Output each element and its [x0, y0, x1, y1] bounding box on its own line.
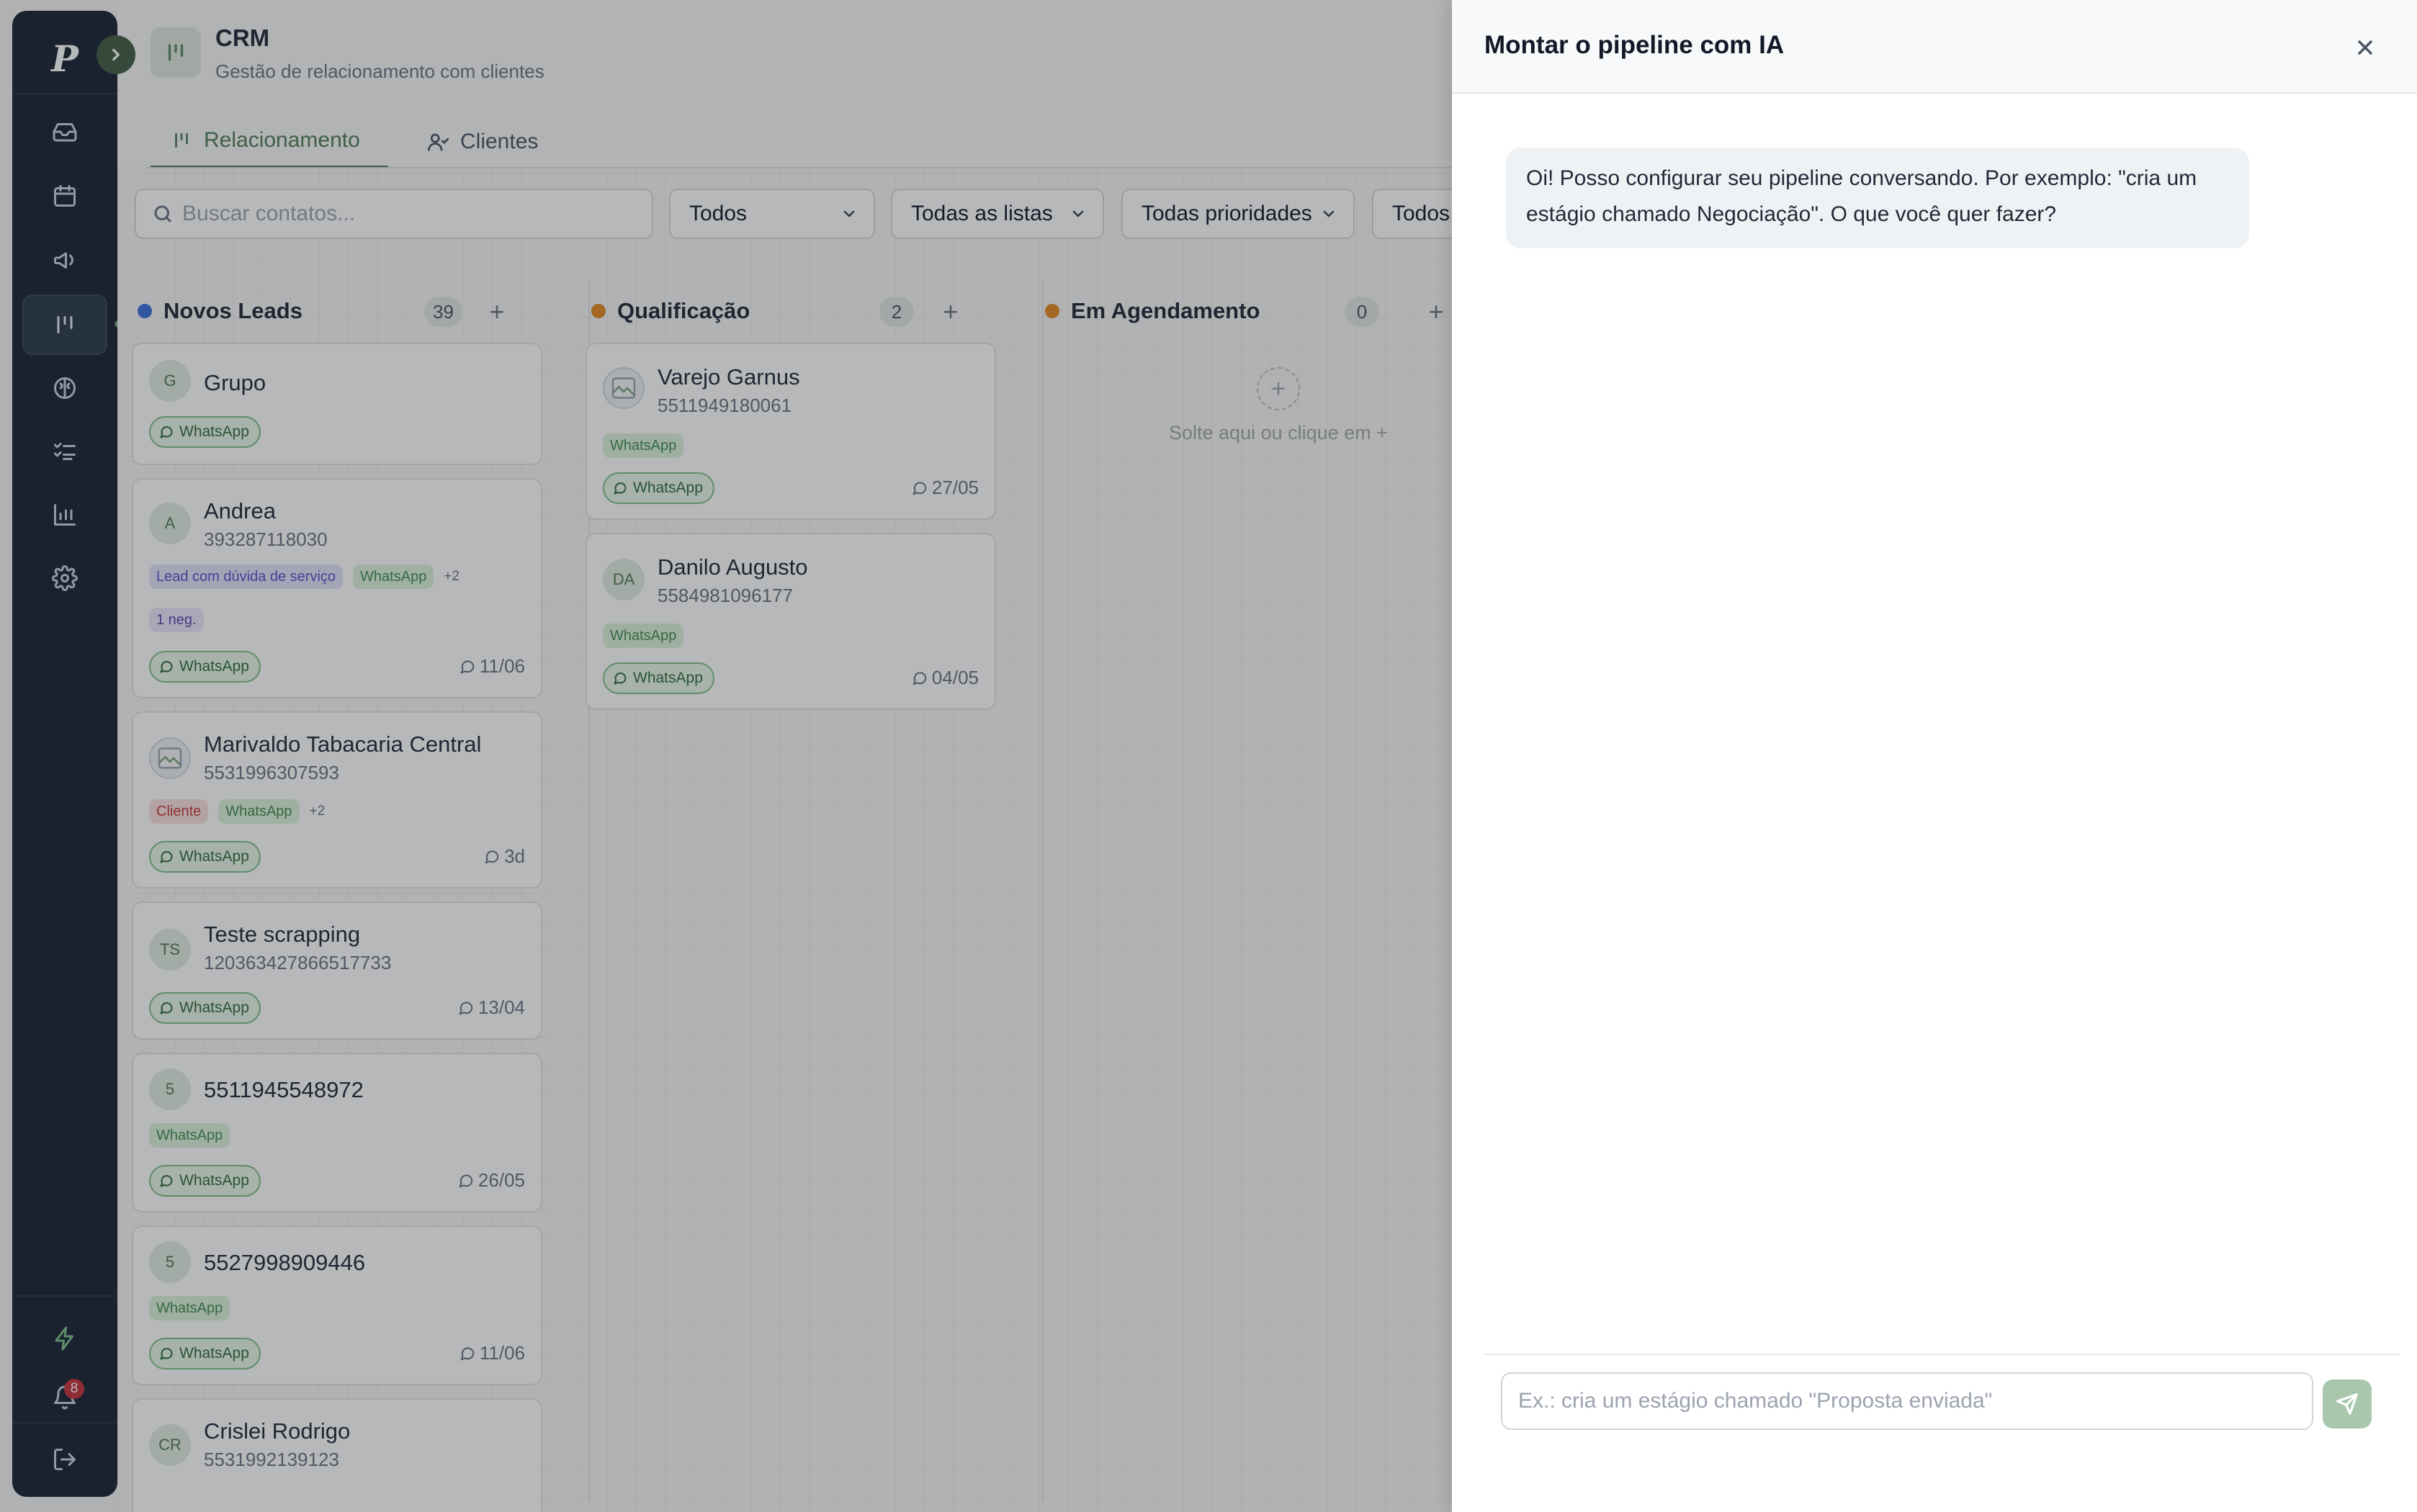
- send-icon: [2336, 1393, 2358, 1415]
- panel-header: Montar o pipeline com IA: [1452, 0, 2417, 94]
- send-button[interactable]: [2323, 1380, 2372, 1428]
- ai-pipeline-panel: Montar o pipeline com IA Oi! Posso confi…: [1452, 0, 2417, 1512]
- assistant-message: Oi! Posso configurar seu pipeline conver…: [1506, 148, 2249, 248]
- panel-title: Montar o pipeline com IA: [1484, 31, 1785, 59]
- chat-input[interactable]: [1501, 1372, 2313, 1430]
- composer-divider: [1484, 1354, 2399, 1355]
- modal-backdrop[interactable]: [0, 0, 1452, 1512]
- close-icon: [2358, 40, 2372, 55]
- close-button[interactable]: [2345, 27, 2385, 68]
